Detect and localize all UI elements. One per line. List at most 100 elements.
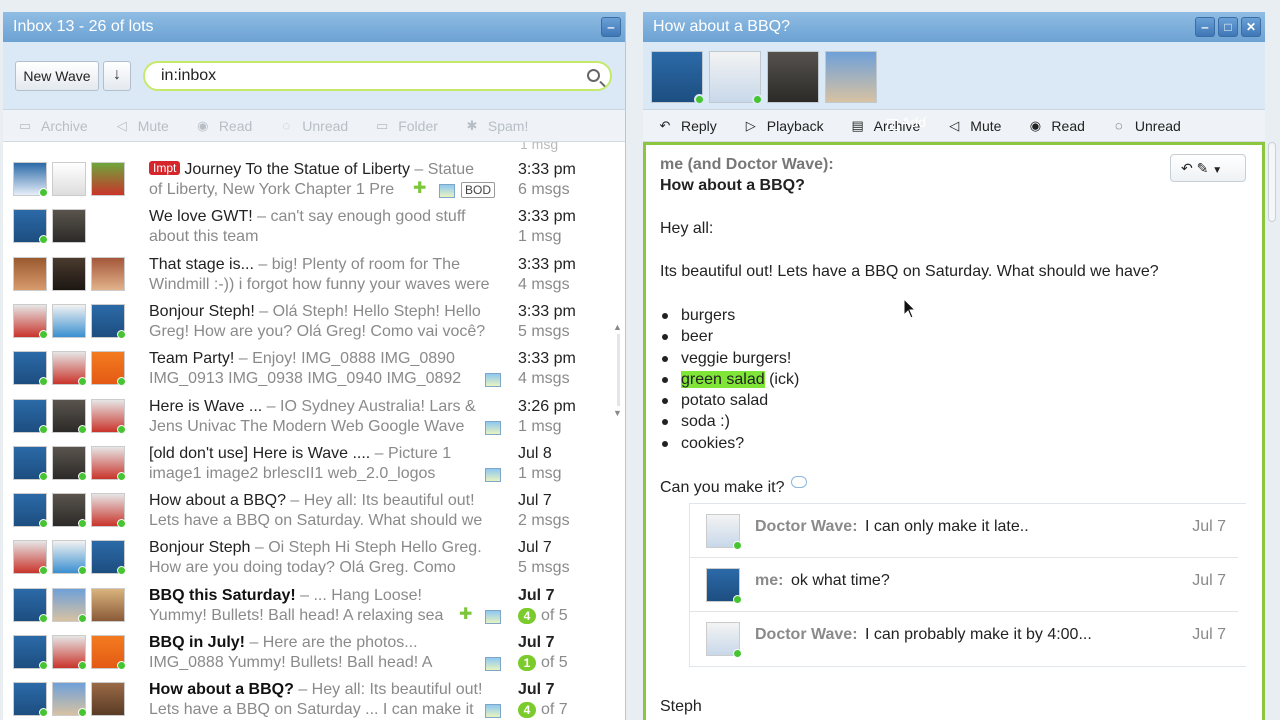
folder-button[interactable]: ▭ Folder: [374, 118, 438, 134]
wave-time: Jul 7: [518, 586, 555, 604]
image-attachment-icon: [485, 657, 501, 671]
reply-blip[interactable]: Doctor Wave: I can probably make it by 4…: [690, 612, 1238, 666]
search-icon[interactable]: [587, 69, 600, 82]
online-indicator: [78, 424, 87, 434]
reply-author: me:: [755, 572, 784, 589]
table-row[interactable]: How about a BBQ? – Hey all: Its beautifu…: [3, 674, 613, 720]
table-row[interactable]: We love GWT! – can't say enough good stu…: [3, 201, 613, 248]
mute-button[interactable]: ◁ Mute: [114, 118, 169, 134]
scroll-thumb[interactable]: [1268, 142, 1276, 222]
table-row[interactable]: Here is Wave ... – IO Sydney Australia! …: [3, 391, 613, 438]
scroll-up-icon[interactable]: ▲: [613, 322, 622, 332]
participants-bar: + Add: [643, 42, 1265, 130]
wave-time: 3:33 pm: [518, 255, 576, 273]
important-badge: Impt: [149, 161, 181, 175]
table-row[interactable]: Bonjour Steph – Oi Steph Hi Steph Hello …: [3, 532, 613, 579]
table-row[interactable]: How about a BBQ? – Hey all: Its beautifu…: [3, 485, 613, 532]
table-row[interactable]: That stage is... – big! Plenty of room f…: [3, 249, 613, 296]
highlight-suffix: (ick): [764, 370, 800, 388]
unread-button[interactable]: ◌ Unread: [278, 118, 348, 134]
inbox-scrollbar[interactable]: ▲ ▼: [611, 322, 625, 418]
table-row[interactable]: Team Party! – Enjoy! IMG_0888 IMG_0890 IM…: [3, 343, 613, 390]
wave-subject-line: [old don't use] Here is Wave .... – Pict…: [149, 445, 499, 463]
avatar[interactable]: [767, 51, 819, 103]
spam-button[interactable]: ✱ Spam!: [464, 118, 528, 134]
avatar[interactable]: [709, 51, 763, 105]
avatar[interactable]: [825, 51, 877, 103]
blip-menu-button[interactable]: ↶ ✎ ▼: [1170, 154, 1246, 182]
download-icon[interactable]: ↓: [103, 61, 131, 91]
avatar: [13, 682, 48, 718]
close-icon[interactable]: ✕: [1241, 17, 1261, 37]
wave-time: 3:26 pm: [518, 397, 576, 415]
inline-reply-icon[interactable]: [790, 476, 807, 488]
wave-snippet: – ... Hang Loose!: [295, 586, 422, 604]
avatar: [91, 540, 126, 576]
wave-titlebar: How about a BBQ? ‒ □ ✕: [643, 12, 1265, 42]
read-button[interactable]: ◉ Read: [1027, 117, 1085, 134]
table-row[interactable]: Impt Journey To the Statue of Liberty – S…: [3, 154, 613, 201]
avatar: [13, 587, 48, 623]
avatar: [13, 256, 47, 291]
table-row[interactable]: [old don't use] Here is Wave .... – Pict…: [3, 438, 613, 485]
avatar: [52, 682, 87, 718]
scroll-track[interactable]: [617, 334, 620, 406]
wave-subject-line: That stage is... – big! Plenty of room f…: [149, 256, 499, 274]
wave-title: How about a BBQ?: [149, 681, 294, 699]
wave-title: BBQ in July!: [149, 634, 246, 651]
question-text: Can you make it?: [660, 476, 807, 497]
unread-icon: ◌: [1115, 118, 1123, 133]
wave-scrollbar[interactable]: [1268, 132, 1276, 720]
add-participant-button[interactable]: + Add: [887, 114, 926, 130]
wave-subject-line: BBQ this Saturday! – ... Hang Loose!: [149, 587, 499, 605]
archive-button[interactable]: ▭ Archive: [17, 118, 88, 134]
online-indicator: [117, 661, 126, 670]
list-item: potato salad: [660, 390, 799, 411]
wave-snippet-line2: IMG_0888 Yummy! Bullets! Ball head! A: [149, 654, 433, 671]
table-row[interactable]: BBQ in July! – Here are the photos... IMG…: [3, 627, 613, 674]
reply-blip[interactable]: Doctor Wave: I can only make it late.. J…: [690, 504, 1238, 558]
wave-title: How about a BBQ?: [653, 18, 790, 35]
message-count: 5 msgs: [518, 322, 570, 340]
signature: Steph: [660, 698, 702, 715]
blip-title: How about a BBQ?: [660, 177, 805, 194]
wave-subject-line: Here is Wave ... – IO Sydney Australia! …: [149, 398, 499, 416]
maximize-icon[interactable]: □: [1218, 17, 1238, 37]
tag-label[interactable]: BOD: [461, 182, 496, 198]
minimize-icon[interactable]: ‒: [1195, 17, 1215, 37]
image-attachment-icon: [485, 467, 501, 482]
avatar: [706, 514, 742, 550]
unread-button[interactable]: ◌ Unread: [1111, 118, 1181, 134]
message-count: 1 of 5: [518, 654, 568, 672]
wave-title: Here is Wave ...: [149, 397, 263, 415]
search-input[interactable]: in:inbox: [143, 61, 612, 91]
list-item: beer: [660, 326, 799, 347]
eye-icon: ◉: [1029, 117, 1042, 133]
table-row[interactable]: Bonjour Steph! – Olá Steph! Hello Steph!…: [3, 296, 613, 343]
mute-button[interactable]: ◁ Mute: [946, 118, 1001, 134]
wave-title: [old don't use] Here is Wave ....: [149, 444, 371, 462]
online-indicator: [78, 377, 87, 387]
wave-time: Jul 7: [518, 492, 552, 510]
online-indicator: [117, 424, 126, 434]
total-count: of 5: [541, 606, 568, 624]
new-wave-button[interactable]: New Wave: [15, 61, 99, 91]
wave-snippet: – Olá Steph! Hello Steph! Hello: [254, 302, 481, 320]
wave-snippet-line2: How are you doing today? Olá Greg. Como: [149, 559, 456, 577]
wave-subject-line: How about a BBQ? – Hey all: Its beautifu…: [149, 681, 499, 699]
wave-snippet: – Enjoy! IMG_0888 IMG_0890: [234, 350, 455, 368]
playback-button[interactable]: ▷ Playback: [743, 118, 824, 134]
wave-title: That stage is...: [149, 255, 254, 273]
minimize-icon[interactable]: ‒: [601, 17, 621, 37]
archive-icon: ▤: [851, 117, 864, 133]
table-row[interactable]: BBQ this Saturday! – ... Hang Loose! Yumm…: [3, 580, 613, 627]
wave-subject-line: Bonjour Steph – Oi Steph Hi Steph Hello …: [149, 539, 499, 557]
scroll-down-icon[interactable]: ▼: [613, 408, 622, 418]
reply-button[interactable]: ↶ Reply: [657, 118, 717, 134]
read-button[interactable]: ◉ Read: [195, 118, 252, 134]
avatar[interactable]: [651, 51, 705, 105]
online-indicator: [117, 566, 126, 576]
reply-author: Doctor Wave:: [755, 626, 858, 643]
reply-icon: ↶: [659, 117, 671, 133]
reply-blip[interactable]: me: ok what time? Jul 7: [690, 558, 1238, 612]
